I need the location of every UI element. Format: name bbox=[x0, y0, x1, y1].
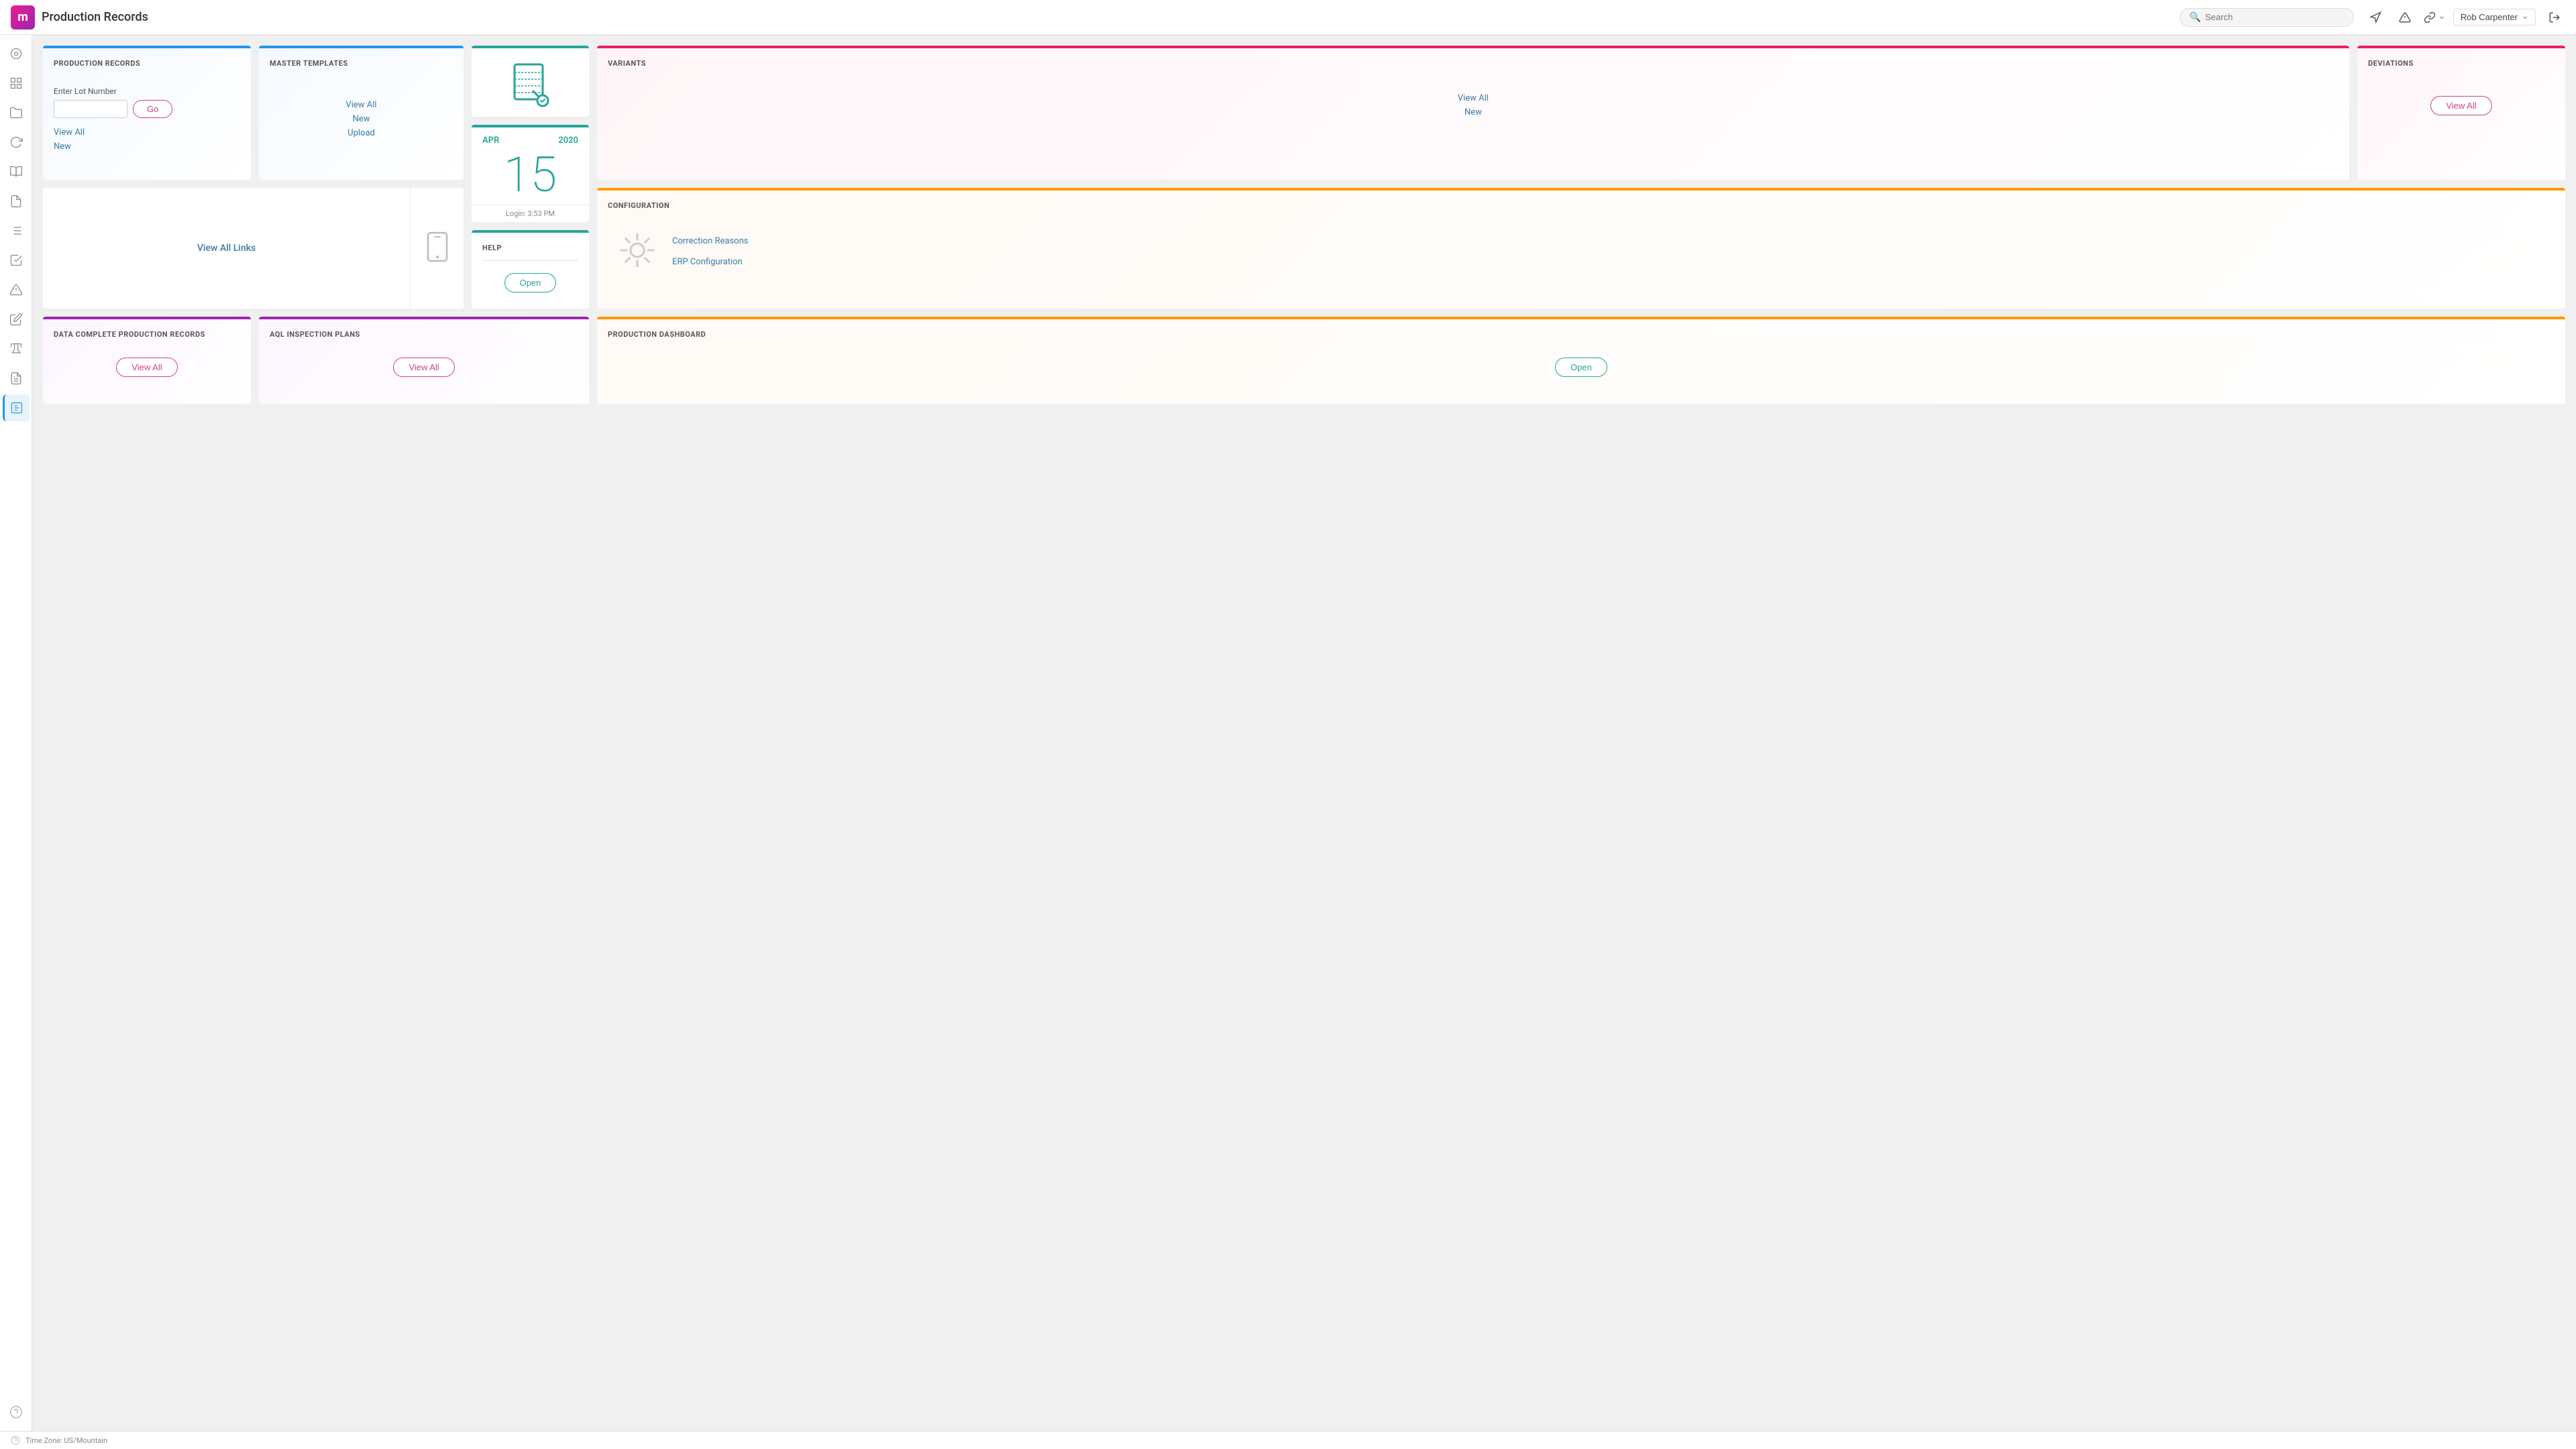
link-icon[interactable] bbox=[2424, 7, 2445, 28]
dashboard-grid: PRODUCTION RECORDS Enter Lot Number Go V… bbox=[43, 46, 2565, 404]
sidebar-help-icon[interactable] bbox=[3, 1399, 30, 1426]
aql-title: AQL INSPECTION PLANS bbox=[270, 330, 578, 339]
deviations-title: DEVIATIONS bbox=[2368, 59, 2555, 68]
main-layout: PRODUCTION RECORDS Enter Lot Number Go V… bbox=[0, 35, 2576, 1431]
lot-number-input[interactable] bbox=[54, 100, 127, 118]
aql-card: AQL INSPECTION PLANS View All bbox=[259, 317, 589, 404]
variants-view-all-link[interactable]: View All bbox=[608, 93, 2339, 103]
sidebar-item-learning[interactable] bbox=[3, 158, 30, 185]
footer-help-icon bbox=[11, 1436, 20, 1445]
help-card: HELP Open bbox=[472, 230, 589, 309]
configuration-card: CONFIGURATION bbox=[597, 188, 2565, 309]
user-menu-button[interactable]: Rob Carpenter bbox=[2453, 9, 2536, 25]
sidebar-item-dashboard[interactable] bbox=[3, 70, 30, 97]
doc-icon-card bbox=[472, 46, 589, 117]
footer: Time Zone: US/Mountain bbox=[0, 1431, 2576, 1449]
go-button[interactable]: Go bbox=[133, 100, 172, 118]
prod-dashboard-card: PRODUCTION DASHBOARD Open bbox=[597, 317, 2565, 404]
data-complete-title: DATA COMPLETE PRODUCTION RECORDS bbox=[54, 330, 240, 339]
help-open-button[interactable]: Open bbox=[504, 273, 557, 292]
data-complete-card: DATA COMPLETE PRODUCTION RECORDS View Al… bbox=[43, 317, 251, 404]
production-view-all-link[interactable]: View All bbox=[54, 127, 240, 138]
sidebar bbox=[0, 35, 32, 1431]
links-mobile bbox=[410, 188, 464, 309]
logo-area: m Production Records bbox=[11, 5, 148, 30]
timezone-label: Time Zone: US/Mountain bbox=[25, 1436, 107, 1445]
calendar-column: APR 2020 15 Login: 3:53 PM HELP Open bbox=[472, 46, 589, 309]
app-logo: m bbox=[11, 5, 35, 30]
sidebar-item-list[interactable] bbox=[3, 217, 30, 244]
master-templates-card: MASTER TEMPLATES View All New Upload bbox=[259, 46, 464, 180]
cal-day: 15 bbox=[472, 148, 589, 205]
sidebar-item-refresh[interactable] bbox=[3, 129, 30, 156]
aql-view-all-button[interactable]: View All bbox=[393, 358, 454, 377]
deviations-view-all-button[interactable]: View All bbox=[2430, 96, 2491, 115]
master-view-all-link[interactable]: View All bbox=[270, 100, 453, 110]
sidebar-item-tasks[interactable] bbox=[3, 247, 30, 274]
prod-dashboard-open-button[interactable]: Open bbox=[1555, 358, 1607, 377]
page-title: Production Records bbox=[42, 10, 148, 24]
content-area: PRODUCTION RECORDS Enter Lot Number Go V… bbox=[32, 35, 2576, 1431]
production-records-card: PRODUCTION RECORDS Enter Lot Number Go V… bbox=[43, 46, 251, 180]
master-templates-title: MASTER TEMPLATES bbox=[270, 59, 453, 68]
document-icon bbox=[509, 62, 552, 110]
erp-config-link[interactable]: ERP Configuration bbox=[672, 257, 748, 267]
sidebar-item-production[interactable] bbox=[3, 394, 30, 421]
gear-icon bbox=[619, 231, 656, 272]
sidebar-item-home[interactable] bbox=[3, 40, 30, 67]
correction-reasons-link[interactable]: Correction Reasons bbox=[672, 236, 748, 246]
sidebar-item-warning[interactable] bbox=[3, 276, 30, 303]
search-input[interactable] bbox=[2205, 12, 2344, 22]
links-area: View All Links bbox=[43, 188, 464, 309]
cal-year: 2020 bbox=[558, 136, 578, 146]
sidebar-item-lab[interactable] bbox=[3, 335, 30, 362]
deviations-card: DEVIATIONS View All bbox=[2357, 46, 2565, 180]
links-main: View All Links bbox=[43, 188, 410, 309]
cal-month: APR bbox=[482, 136, 499, 146]
lot-label: Enter Lot Number bbox=[54, 87, 240, 96]
sidebar-item-files[interactable] bbox=[3, 188, 30, 215]
view-all-links-link[interactable]: View All Links bbox=[197, 243, 256, 254]
user-name: Rob Carpenter bbox=[2461, 12, 2518, 22]
configuration-title: CONFIGURATION bbox=[608, 201, 2555, 210]
sidebar-item-edit[interactable] bbox=[3, 306, 30, 333]
cal-login: Login: 3:53 PM bbox=[472, 205, 589, 222]
alert-icon[interactable] bbox=[2394, 7, 2416, 28]
mobile-icon bbox=[425, 231, 449, 265]
navigation-icon[interactable] bbox=[2365, 7, 2386, 28]
help-title: HELP bbox=[482, 244, 578, 252]
variants-title: VARIANTS bbox=[608, 59, 2339, 68]
data-complete-view-all-button[interactable]: View All bbox=[116, 358, 177, 377]
production-new-link[interactable]: New bbox=[54, 142, 240, 152]
variants-card: VARIANTS View All New bbox=[597, 46, 2349, 180]
search-icon: 🔍 bbox=[2190, 12, 2201, 23]
logout-icon[interactable] bbox=[2544, 7, 2565, 28]
top-nav: m Production Records 🔍 Rob Carpenter bbox=[0, 0, 2576, 35]
sidebar-item-reports[interactable] bbox=[3, 365, 30, 392]
calendar-card: APR 2020 15 Login: 3:53 PM bbox=[472, 125, 589, 222]
search-bar[interactable]: 🔍 bbox=[2180, 8, 2354, 27]
prod-dashboard-title: PRODUCTION DASHBOARD bbox=[608, 330, 2555, 339]
master-new-link[interactable]: New bbox=[270, 114, 453, 124]
production-records-title: PRODUCTION RECORDS bbox=[54, 59, 240, 68]
variants-new-link[interactable]: New bbox=[608, 107, 2339, 117]
sidebar-item-folder[interactable] bbox=[3, 99, 30, 126]
master-upload-link[interactable]: Upload bbox=[270, 128, 453, 138]
top-nav-actions: Rob Carpenter bbox=[2365, 7, 2565, 28]
